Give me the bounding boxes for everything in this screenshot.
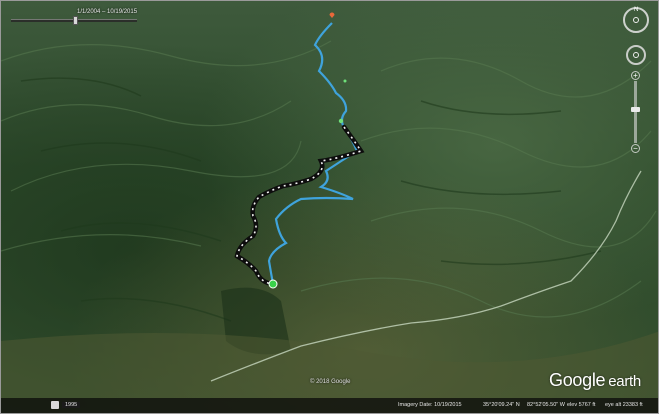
look-joystick-icon[interactable] bbox=[633, 17, 639, 23]
eye-altitude-readout: eye alt 23383 ft bbox=[605, 402, 643, 408]
time-slider[interactable]: 1/1/2004 – 10/19/2015 bbox=[11, 8, 137, 26]
satellite-terrain bbox=[1, 1, 658, 413]
start-marker bbox=[268, 279, 278, 289]
historical-imagery-year: 1995 bbox=[62, 402, 81, 408]
status-bar: Imagery Date: 10/19/2015 35°20'09.24" N … bbox=[1, 398, 658, 413]
time-slider-handle[interactable] bbox=[73, 16, 78, 25]
copyright-text: © 2018 Google bbox=[310, 379, 351, 385]
elevation-readout: elev 5767 ft bbox=[567, 402, 596, 408]
google-earth-logo: Google earth bbox=[549, 370, 641, 390]
waypoint-marker bbox=[338, 118, 344, 124]
imagery-date: Imagery Date: 10/19/2015 bbox=[398, 402, 462, 408]
north-indicator-icon: N bbox=[634, 7, 639, 13]
latitude-readout: 35°20'09.24" N bbox=[483, 402, 520, 408]
historical-imagery-icon[interactable] bbox=[51, 401, 59, 409]
time-slider-label: 1/1/2004 – 10/19/2015 bbox=[77, 9, 138, 15]
zoom-out-button[interactable]: − bbox=[631, 144, 640, 153]
map-viewport[interactable]: 1/1/2004 – 10/19/2015 N + − © 2018 Googl… bbox=[0, 0, 659, 414]
look-control[interactable]: N bbox=[623, 7, 649, 33]
waypoint-marker-small bbox=[343, 79, 347, 83]
move-control[interactable] bbox=[626, 45, 646, 65]
longitude-readout: 82°52'05.50" W bbox=[527, 402, 565, 408]
zoom-in-button[interactable]: + bbox=[631, 71, 640, 80]
zoom-slider-track[interactable] bbox=[634, 81, 637, 143]
move-joystick-icon[interactable] bbox=[633, 52, 639, 58]
zoom-slider-handle[interactable] bbox=[631, 107, 640, 112]
